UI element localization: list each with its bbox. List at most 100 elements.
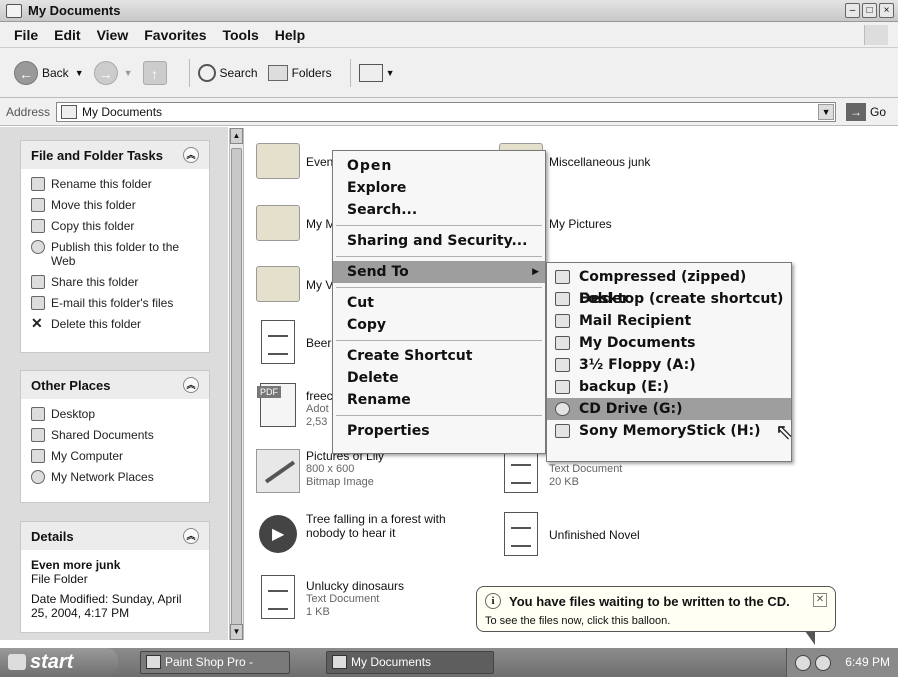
file-type: Adot: [306, 403, 329, 415]
send-to-cd-drive[interactable]: CD Drive (G:): [547, 398, 791, 420]
taskbar-button-my-documents[interactable]: My Documents: [326, 651, 494, 674]
music-folder-icon: [256, 205, 300, 241]
toolbar-separator: [349, 58, 351, 87]
menu-item-send-to[interactable]: Send To ▶: [333, 261, 545, 283]
details-modified: Date Modified: Sunday, April 25, 2004, 4…: [31, 592, 182, 620]
collapse-icon[interactable]: ︽: [183, 147, 199, 163]
menu-file[interactable]: File: [14, 27, 38, 43]
collapse-icon[interactable]: ︽: [183, 528, 199, 544]
task-delete[interactable]: ✕ Delete this folder: [31, 316, 199, 331]
menu-item-copy[interactable]: Copy: [333, 314, 545, 336]
menu-item-rename[interactable]: Rename: [333, 389, 545, 411]
rename-icon: [31, 177, 45, 191]
task-share[interactable]: Share this folder: [31, 275, 199, 289]
taskbar-button-paint-shop-pro[interactable]: Paint Shop Pro - Image7: [140, 651, 290, 690]
task-email[interactable]: E-mail this folder's files: [31, 296, 199, 310]
document-icon: [504, 512, 538, 556]
search-button[interactable]: Search: [197, 63, 258, 82]
send-to-compressed-folder[interactable]: Compressed (zipped) Folder: [547, 266, 791, 307]
start-button[interactable]: start: [0, 648, 118, 677]
taskbar: start Paint Shop Pro - Image7 My Documen…: [0, 648, 898, 690]
menu-item-label: My Documents: [579, 335, 696, 351]
start-label: start: [30, 651, 74, 673]
task-move[interactable]: Move this folder: [31, 198, 199, 212]
minimize-button[interactable]: –: [845, 3, 860, 18]
file-item[interactable]: Tree falling in a forest with nobody to …: [256, 512, 476, 553]
menu-edit[interactable]: Edit: [54, 27, 80, 43]
send-to-memory-stick[interactable]: Sony MemoryStick (H:): [547, 420, 791, 442]
file-item[interactable]: Even: [256, 137, 333, 179]
panel-header[interactable]: File and Folder Tasks ︽: [21, 141, 209, 169]
send-to-mail-recipient[interactable]: Mail Recipient: [547, 310, 791, 332]
window-title: My Documents: [28, 3, 121, 18]
menu-item-create-shortcut[interactable]: Create Shortcut: [333, 345, 545, 367]
chevron-down-icon[interactable]: ▼: [124, 68, 133, 78]
send-to-my-documents[interactable]: My Documents: [547, 332, 791, 354]
email-icon: [31, 296, 45, 310]
place-my-network-places[interactable]: My Network Places: [31, 470, 199, 484]
clock[interactable]: 6:49 PM: [845, 648, 890, 676]
menu-item-delete[interactable]: Delete: [333, 367, 545, 389]
task-rename[interactable]: Rename this folder: [31, 177, 199, 191]
send-to-backup[interactable]: backup (E:): [547, 376, 791, 398]
panel-header[interactable]: Other Places ︽: [21, 371, 209, 399]
cd-burn-icon[interactable]: [815, 655, 831, 671]
menu-item-search[interactable]: Search...: [333, 199, 545, 221]
menu-tools[interactable]: Tools: [222, 27, 258, 43]
tasks-pane: File and Folder Tasks ︽ Rename this fold…: [0, 127, 228, 640]
task-label: Publish this folder to the Web: [51, 240, 180, 268]
file-item[interactable]: Unlucky dinosaurs Text Document 1 KB: [256, 575, 404, 619]
forward-button[interactable]: → ▼: [93, 60, 133, 85]
file-item[interactable]: freec Adot 2,53: [256, 383, 333, 429]
place-desktop[interactable]: Desktop: [31, 407, 199, 421]
panel-header[interactable]: Details ︽: [21, 522, 209, 550]
views-button[interactable]: ▼: [358, 63, 395, 82]
menu-item-cut[interactable]: Cut: [333, 292, 545, 314]
menu-item-properties[interactable]: Properties: [333, 420, 545, 442]
send-to-desktop[interactable]: Desktop (create shortcut): [547, 288, 791, 310]
close-button[interactable]: ×: [879, 3, 894, 18]
close-icon[interactable]: ✕: [813, 593, 827, 607]
file-item[interactable]: Unfinished Novel: [499, 512, 640, 556]
task-copy[interactable]: Copy this folder: [31, 219, 199, 233]
file-size: 2,53: [306, 416, 328, 428]
send-to-floppy[interactable]: 3½ Floppy (A:): [547, 354, 791, 376]
scroll-up-icon[interactable]: ▲: [230, 128, 243, 144]
up-folder-button[interactable]: ↑: [142, 60, 171, 85]
balloon-title: You have files waiting to be written to …: [509, 593, 790, 609]
menu-item-label: CD Drive (G:): [579, 401, 683, 417]
folders-button[interactable]: Folders: [267, 64, 332, 81]
file-item[interactable]: Pictures of Lily 800 x 600 Bitmap Image: [256, 449, 384, 493]
chevron-down-icon[interactable]: ▼: [818, 103, 835, 120]
menu-item-label: backup (E:): [579, 379, 669, 395]
notification-balloon[interactable]: i You have files waiting to be written t…: [476, 586, 836, 645]
back-button[interactable]: ← Back ▼: [14, 60, 84, 85]
go-button[interactable]: → Go: [846, 102, 886, 121]
place-shared-documents[interactable]: Shared Documents: [31, 428, 199, 442]
file-item[interactable]: Beer: [256, 320, 331, 364]
chevron-down-icon[interactable]: ▼: [75, 68, 84, 78]
show-hidden-icons-icon[interactable]: [795, 655, 811, 671]
taskbar-button-label: My Documents: [351, 655, 432, 669]
file-item[interactable]: My V: [256, 260, 333, 302]
computer-icon: [31, 449, 45, 463]
vertical-scrollbar[interactable]: ▲ ▼: [229, 128, 244, 640]
address-input[interactable]: My Documents ▼: [56, 101, 837, 122]
menu-item-sharing[interactable]: Sharing and Security...: [333, 230, 545, 252]
folder-icon: [61, 104, 78, 119]
task-publish[interactable]: Publish this folder to the Web: [31, 240, 199, 268]
paintbrush-icon: [256, 449, 300, 493]
scroll-thumb[interactable]: [231, 148, 242, 626]
menu-favorites[interactable]: Favorites: [144, 27, 206, 43]
menu-help[interactable]: Help: [275, 27, 305, 43]
maximize-button[interactable]: □: [862, 3, 877, 18]
collapse-icon[interactable]: ︽: [183, 377, 199, 393]
place-my-computer[interactable]: My Computer: [31, 449, 199, 463]
menu-item-open[interactable]: Open: [333, 155, 545, 177]
scroll-down-icon[interactable]: ▼: [230, 624, 243, 640]
menu-view[interactable]: View: [97, 27, 129, 43]
menu-item-explore[interactable]: Explore: [333, 177, 545, 199]
file-item[interactable]: My M: [256, 199, 335, 241]
window-titlebar[interactable]: My Documents – □ ×: [0, 0, 898, 22]
drive-icon: [555, 380, 570, 394]
